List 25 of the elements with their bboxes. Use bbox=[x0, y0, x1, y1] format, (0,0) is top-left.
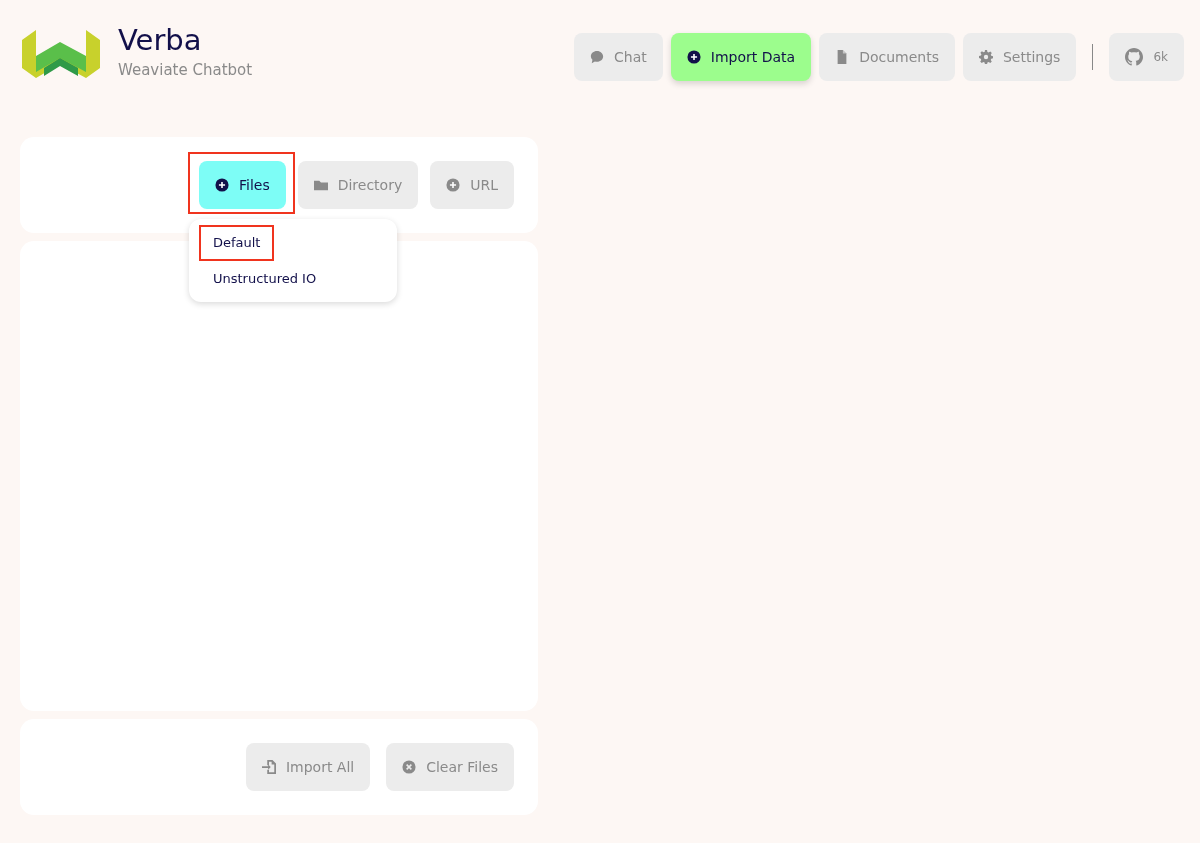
file-import-icon bbox=[261, 760, 276, 774]
source-button[interactable]: Directory bbox=[297, 161, 419, 209]
action-button[interactable]: Import All bbox=[245, 743, 371, 791]
nav-tab[interactable]: Chat bbox=[574, 33, 663, 81]
github-button[interactable]: 6k bbox=[1109, 33, 1184, 81]
nav-tab[interactable]: Documents bbox=[819, 33, 955, 81]
reader-option[interactable]: Unstructured IO bbox=[198, 260, 331, 296]
source-button[interactable]: URL bbox=[430, 161, 514, 209]
app-title: Verba bbox=[118, 26, 203, 55]
app-subtitle: Weaviate Chatbot bbox=[118, 60, 253, 81]
logo-icon bbox=[20, 27, 102, 80]
nav-tab[interactable]: Import Data bbox=[670, 33, 812, 81]
star-count: 6k bbox=[1153, 49, 1168, 66]
x-circle-icon bbox=[402, 760, 417, 774]
source-button[interactable]: Files bbox=[198, 161, 286, 209]
chat-bubble-icon bbox=[590, 50, 605, 64]
plus-circle-icon bbox=[446, 178, 461, 192]
settings-icon bbox=[979, 50, 993, 64]
plus-circle-icon bbox=[686, 50, 701, 64]
github-icon bbox=[1125, 48, 1144, 66]
plus-circle-icon bbox=[214, 178, 229, 192]
folder-icon bbox=[313, 178, 328, 192]
nav-tab[interactable]: Settings bbox=[963, 33, 1077, 81]
action-button[interactable]: Clear Files bbox=[386, 743, 514, 791]
reader-option[interactable]: Default bbox=[200, 227, 273, 259]
